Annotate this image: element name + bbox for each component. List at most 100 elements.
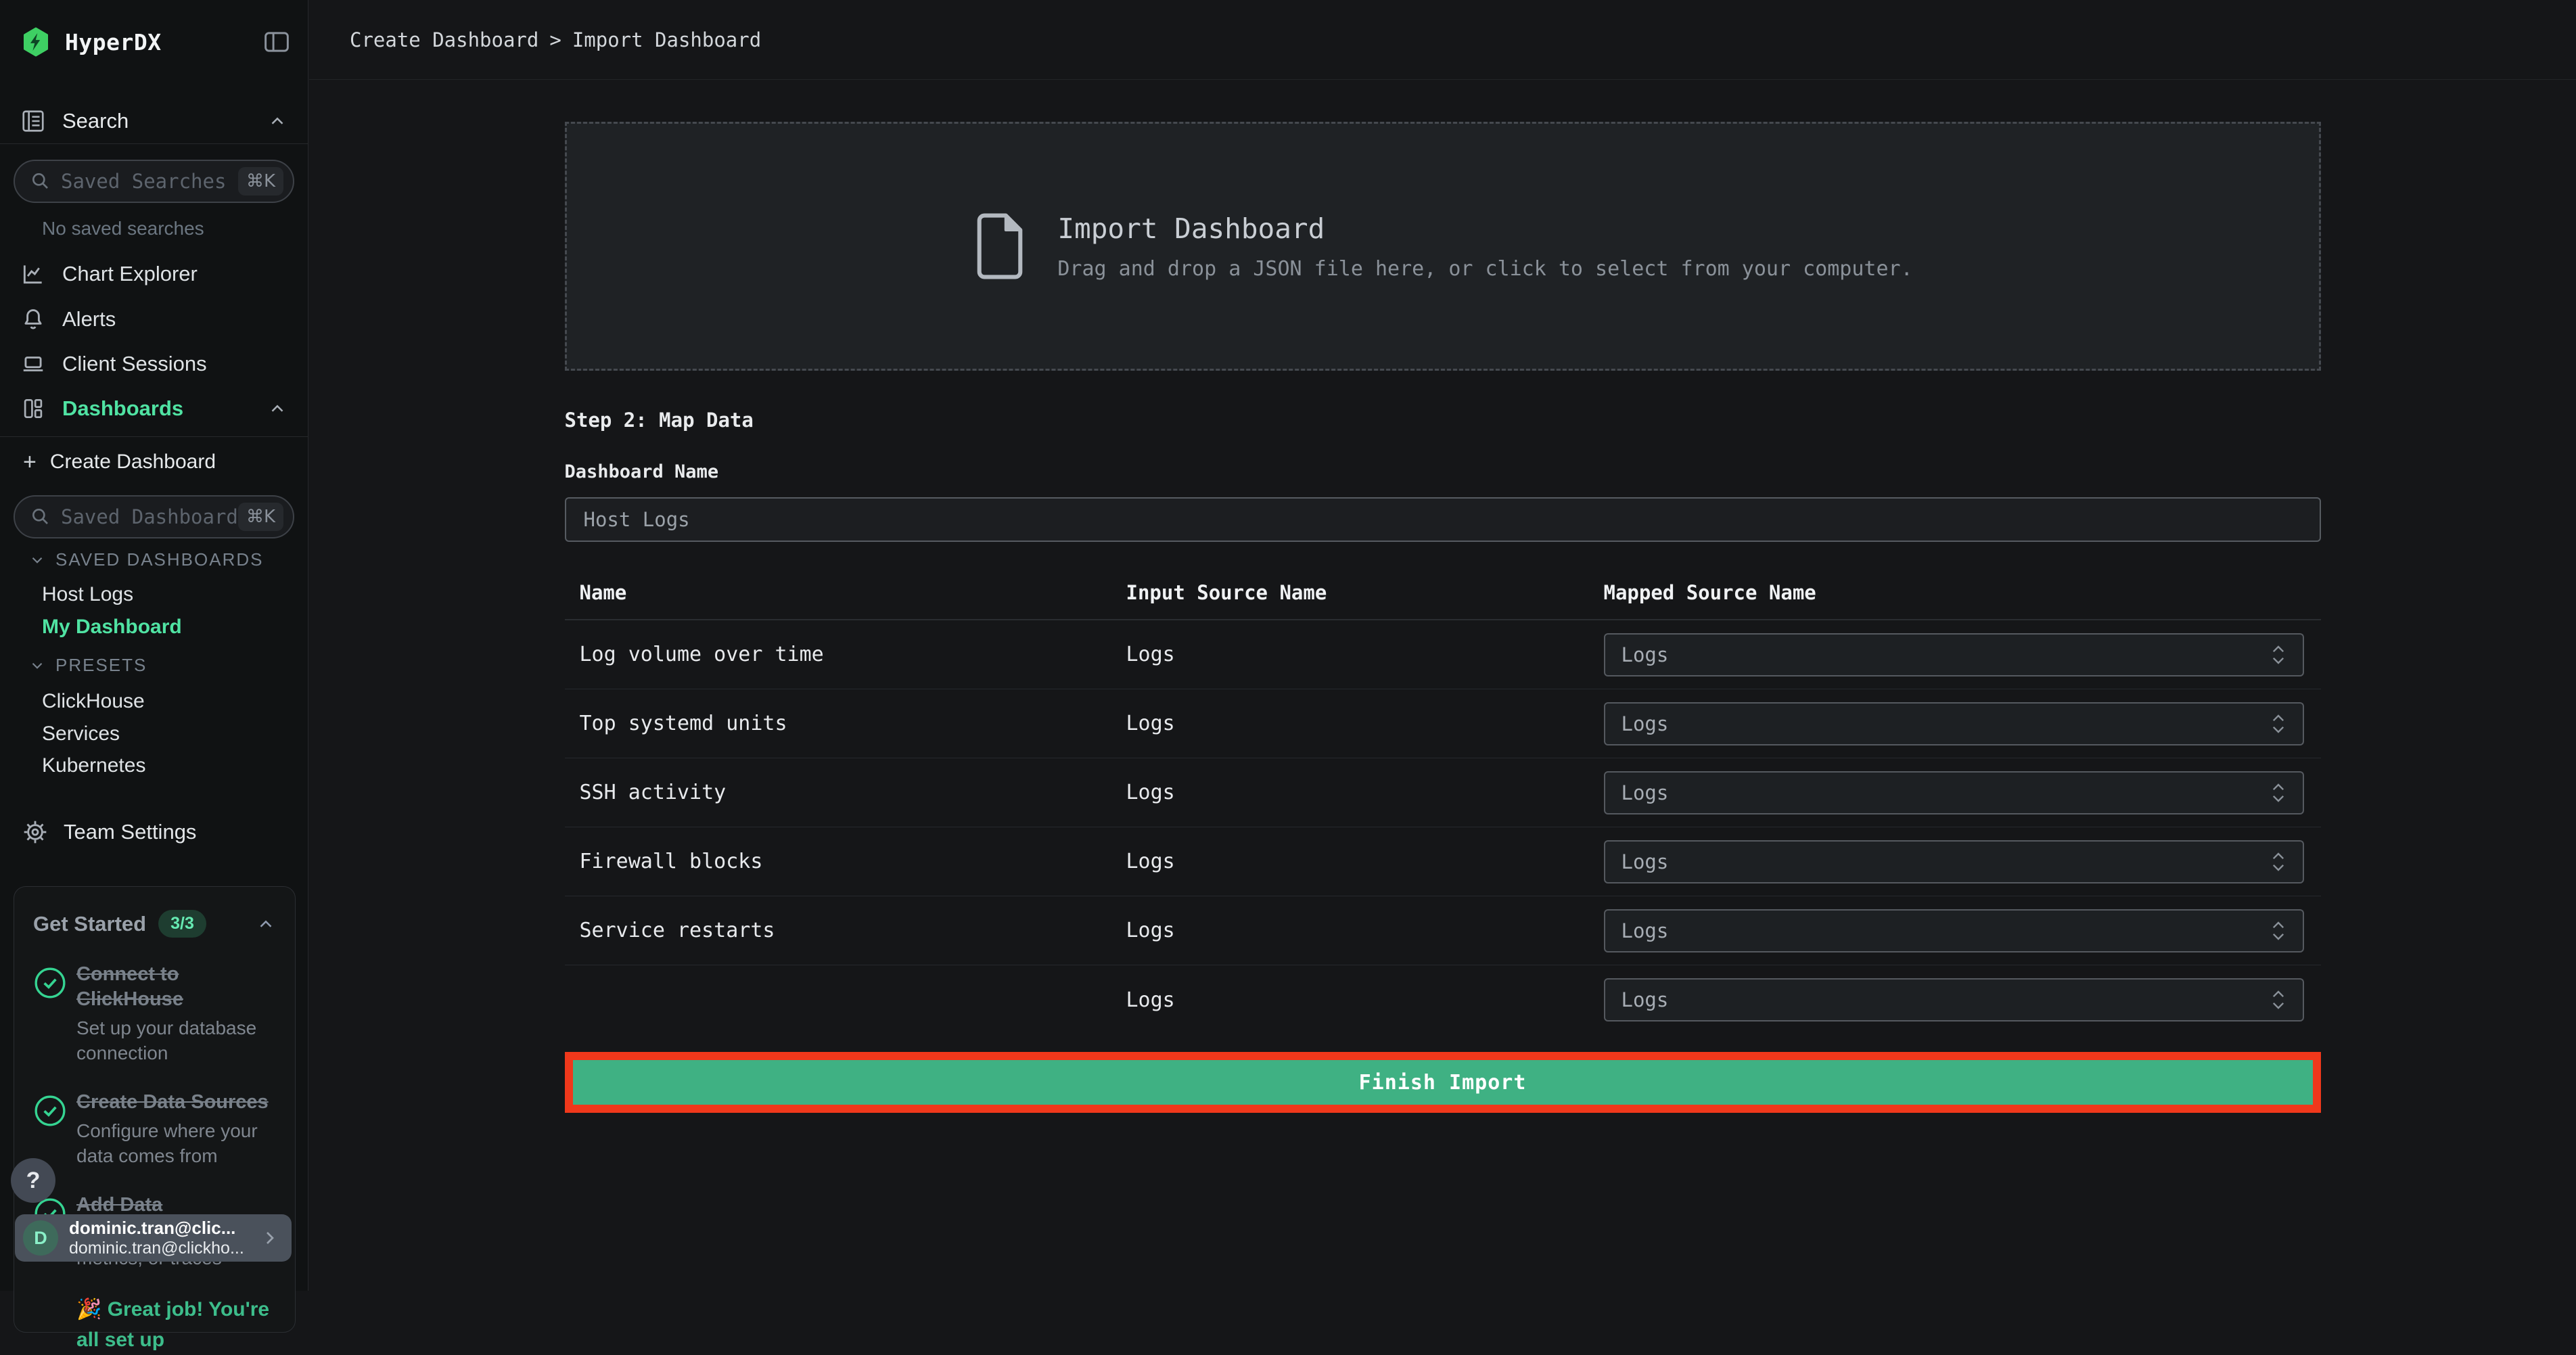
- saved-dashboards-search[interactable]: ⌘K: [14, 495, 294, 538]
- breadcrumb-current: Import Dashboard: [572, 28, 761, 51]
- sidebar-item-host-logs[interactable]: Host Logs: [42, 583, 133, 606]
- get-started-header[interactable]: Get Started 3/3: [33, 910, 276, 938]
- user-email: dominic.tran@clickho...: [69, 1239, 244, 1258]
- select-chevrons-icon: [2270, 643, 2286, 666]
- sidebar-item-label: Chart Explorer: [62, 262, 198, 286]
- column-header-mapped-source: Mapped Source Name: [1604, 581, 2321, 604]
- row-input-source: Logs: [1126, 988, 1604, 1012]
- select-chevrons-icon: [2270, 850, 2286, 873]
- sidebar-item-label: Client Sessions: [62, 352, 207, 376]
- selected-option: Logs: [1622, 850, 1669, 873]
- chart-explorer-icon: [20, 261, 46, 287]
- mapping-table: Name Input Source Name Mapped Source Nam…: [565, 569, 2321, 1034]
- file-icon: [972, 210, 1028, 282]
- plus-icon: +: [23, 451, 37, 474]
- get-started-step-sources[interactable]: Create Data Sources Configure where your…: [33, 1090, 276, 1168]
- avatar: D: [23, 1220, 58, 1256]
- sidebar-item-chart-explorer[interactable]: Chart Explorer: [20, 254, 288, 294]
- step-subtitle: Configure where your data comes from: [76, 1119, 276, 1168]
- sidebar-item-dashboards[interactable]: Dashboards: [20, 389, 288, 428]
- get-started-step-connect[interactable]: Connect to ClickHouse Set up your databa…: [33, 962, 276, 1065]
- sidebar-item-my-dashboard[interactable]: My Dashboard: [42, 616, 182, 639]
- nav-group-search-label: Search: [62, 109, 129, 133]
- app-title: HyperDX: [65, 29, 162, 55]
- selected-option: Logs: [1622, 919, 1669, 942]
- table-row: Firewall blocks Logs Logs: [565, 827, 2321, 896]
- step-heading: Step 2: Map Data: [565, 409, 2321, 432]
- finish-import-button[interactable]: Finish Import: [573, 1060, 2313, 1105]
- selected-option: Logs: [1622, 643, 1669, 666]
- row-input-source: Logs: [1126, 850, 1604, 873]
- mapped-source-select[interactable]: Logs: [1604, 840, 2304, 883]
- user-menu[interactable]: D dominic.tran@clic... dominic.tran@clic…: [15, 1214, 292, 1262]
- sidebar-item-services[interactable]: Services: [42, 722, 120, 745]
- get-started-card: Get Started 3/3 Connect to ClickHouse Se…: [14, 886, 296, 1333]
- selected-option: Logs: [1622, 712, 1669, 735]
- table-row: Top systemd units Logs Logs: [565, 689, 2321, 758]
- nav-group-search[interactable]: Search: [20, 101, 288, 141]
- setup-complete-message: 🎉 Great job! You're all set up: [76, 1294, 276, 1355]
- laptop-icon: [20, 351, 46, 377]
- chevron-up-icon: [267, 111, 288, 131]
- saved-dashboards-input[interactable]: [61, 505, 238, 528]
- sidebar-item-clickhouse[interactable]: ClickHouse: [42, 690, 145, 713]
- step-title: Connect to ClickHouse: [76, 962, 276, 1012]
- column-header-input-source: Input Source Name: [1126, 581, 1604, 604]
- divider: [0, 143, 308, 144]
- row-name: Service restarts: [565, 919, 1126, 942]
- row-name: Top systemd units: [565, 712, 1126, 735]
- row-name: Firewall blocks: [565, 850, 1126, 873]
- sidebar-collapse-icon[interactable]: [263, 30, 290, 54]
- search-icon: [30, 170, 51, 192]
- mapped-source-select[interactable]: Logs: [1604, 909, 2304, 952]
- import-dropzone[interactable]: Import Dashboard Drag and drop a JSON fi…: [565, 122, 2321, 371]
- chevron-down-icon: [28, 657, 46, 674]
- saved-searches-search[interactable]: ⌘K: [14, 160, 294, 203]
- section-header-label: PRESETS: [55, 655, 147, 676]
- selected-option: Logs: [1622, 988, 1669, 1011]
- saved-dashboards-section-header[interactable]: SAVED DASHBOARDS: [28, 549, 263, 570]
- chevron-right-icon: [259, 1227, 281, 1249]
- check-circle-icon: [33, 1090, 76, 1168]
- sidebar-item-team-settings[interactable]: Team Settings: [22, 813, 196, 851]
- saved-searches-input[interactable]: [61, 170, 238, 193]
- row-name: SSH activity: [565, 781, 1126, 804]
- dashboard-name-input[interactable]: [565, 497, 2321, 542]
- team-settings-label: Team Settings: [64, 820, 196, 844]
- row-input-source: Logs: [1126, 712, 1604, 735]
- presets-section-header[interactable]: PRESETS: [28, 655, 147, 676]
- create-dashboard-button[interactable]: + Create Dashboard: [23, 445, 216, 479]
- create-dashboard-label: Create Dashboard: [50, 451, 216, 474]
- page-header: Create Dashboard > Import Dashboard: [309, 0, 2576, 80]
- select-chevrons-icon: [2270, 919, 2286, 942]
- search-icon: [30, 506, 51, 528]
- progress-badge: 3/3: [158, 910, 206, 938]
- search-section-icon: [20, 108, 46, 134]
- sidebar-item-kubernetes[interactable]: Kubernetes: [42, 754, 145, 777]
- help-button[interactable]: ?: [11, 1158, 55, 1203]
- mapped-source-select[interactable]: Logs: [1604, 633, 2304, 676]
- mapped-source-select[interactable]: Logs: [1604, 702, 2304, 745]
- main-area: Create Dashboard > Import Dashboard Import…: [309, 0, 2576, 1291]
- check-circle-icon: [33, 962, 76, 1065]
- gear-icon: [22, 819, 49, 846]
- table-row: Log volume over time Logs Logs: [565, 620, 2321, 689]
- bell-icon: [20, 306, 46, 332]
- breadcrumb-separator: >: [549, 28, 561, 51]
- user-name: dominic.tran@clic...: [69, 1218, 244, 1239]
- sidebar-item-client-sessions[interactable]: Client Sessions: [20, 344, 288, 384]
- dashboard-name-label: Dashboard Name: [565, 461, 2321, 482]
- step-subtitle: Set up your database connection: [76, 1016, 276, 1065]
- hyperdx-logo-icon: [20, 26, 51, 58]
- sidebar-item-alerts[interactable]: Alerts: [20, 300, 288, 339]
- row-input-source: Logs: [1126, 919, 1604, 942]
- get-started-title: Get Started: [33, 912, 146, 936]
- mapped-source-select[interactable]: Logs: [1604, 978, 2304, 1021]
- breadcrumb-parent[interactable]: Create Dashboard: [350, 28, 538, 51]
- no-saved-searches-note: No saved searches: [42, 218, 204, 239]
- mapped-source-select[interactable]: Logs: [1604, 771, 2304, 814]
- table-row: Service restarts Logs Logs: [565, 896, 2321, 965]
- step-title: Create Data Sources: [76, 1090, 276, 1115]
- row-input-source: Logs: [1126, 781, 1604, 804]
- dropzone-subtitle: Drag and drop a JSON file here, or click…: [1057, 257, 1912, 281]
